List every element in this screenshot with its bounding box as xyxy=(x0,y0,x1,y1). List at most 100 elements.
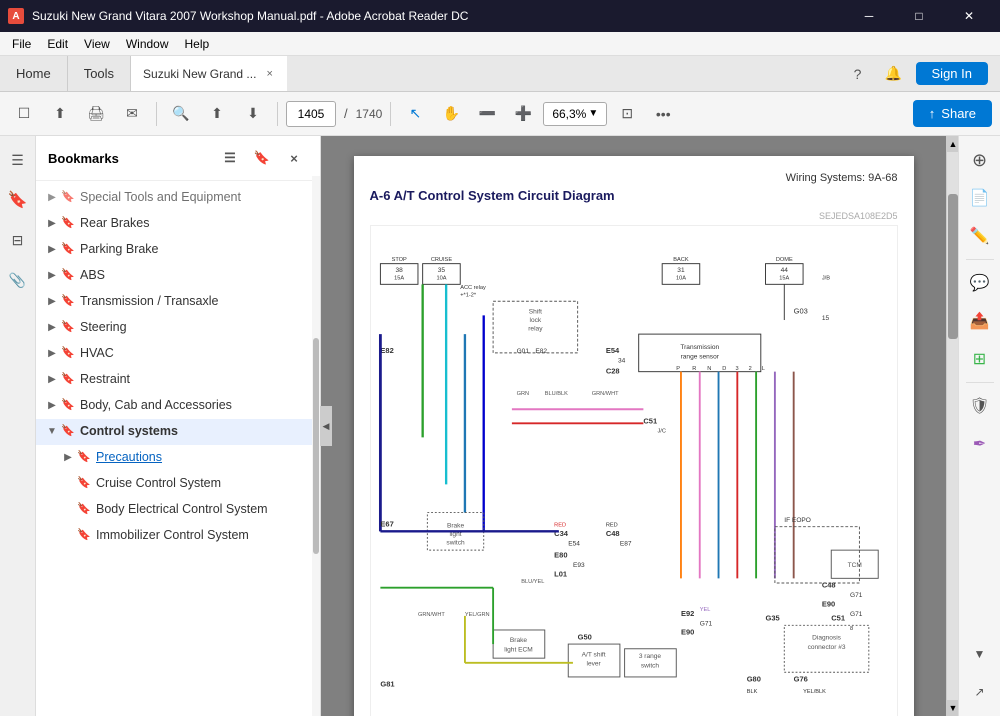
share-button[interactable]: ↑ Share xyxy=(913,100,992,127)
menu-edit[interactable]: Edit xyxy=(39,35,76,53)
notification-button[interactable]: 🔔 xyxy=(880,60,908,88)
left-icon-panel: ☰ 🔖 ⊟ 📎 xyxy=(0,136,36,716)
expand-icon[interactable]: ▶ xyxy=(44,371,60,389)
scroll-up-button[interactable]: ▲ xyxy=(947,136,958,152)
toolbar-separator-3 xyxy=(390,102,391,126)
tab-tools[interactable]: Tools xyxy=(67,56,130,91)
maximize-button[interactable]: □ xyxy=(896,0,942,32)
zoom-tools-button[interactable]: ⊕ xyxy=(962,142,998,178)
sidebar-scrollbar[interactable] xyxy=(312,176,320,716)
page-number-input[interactable] xyxy=(286,101,336,127)
more-tools-button[interactable]: ••• xyxy=(647,98,679,130)
bookmark-item-precautions[interactable]: ▶ 🔖 Precautions xyxy=(36,445,320,471)
sidebar-toggle-button[interactable]: ☰ xyxy=(0,142,36,178)
bookmark-item-transmission[interactable]: ▶ 🔖 Transmission / Transaxle xyxy=(36,289,320,315)
sign-in-button[interactable]: Sign In xyxy=(916,62,988,85)
hand-tool-button[interactable]: ✋ xyxy=(435,98,467,130)
zoom-out-button[interactable]: ➖ xyxy=(471,98,503,130)
bookmark-item-body-electrical[interactable]: ▶ 🔖 Body Electrical Control System xyxy=(36,497,320,523)
pdf-canvas[interactable]: Wiring Systems: 9A-68 A-6 A/T Control Sy… xyxy=(321,136,946,716)
expand-icon[interactable]: ▶ xyxy=(44,215,60,233)
add-bookmark-button[interactable]: 🔖 xyxy=(248,144,276,172)
menu-window[interactable]: Window xyxy=(118,35,177,53)
tab-close-button[interactable]: × xyxy=(264,66,274,82)
svg-text:G71: G71 xyxy=(850,611,863,618)
bookmark-label: Rear Brakes xyxy=(80,215,312,233)
bookmarks-panel-button[interactable]: 🔖 xyxy=(0,182,36,218)
watermark: SEJEDSA108E2D5 xyxy=(370,211,898,221)
print-button[interactable]: 🖨 xyxy=(80,98,112,130)
close-bookmarks-button[interactable]: × xyxy=(280,144,308,172)
svg-text:IF EOPO: IF EOPO xyxy=(784,517,811,524)
export-button[interactable]: 📤 xyxy=(962,303,998,339)
email-button[interactable]: ✉ xyxy=(116,98,148,130)
zoom-in-button[interactable]: ➕ xyxy=(507,98,539,130)
pdf-tools-button[interactable]: 📄 xyxy=(962,180,998,216)
bookmark-item-parking-brake[interactable]: ▶ 🔖 Parking Brake xyxy=(36,237,320,263)
comment-button[interactable]: 💬 xyxy=(962,265,998,301)
help-button[interactable]: ? xyxy=(844,60,872,88)
pdf-scrollbar-thumb[interactable] xyxy=(948,194,958,339)
tab-document[interactable]: Suzuki New Grand ... × xyxy=(130,56,287,91)
bookmark-item-special-tools[interactable]: ▶ 🔖 Special Tools and Equipment xyxy=(36,185,320,211)
expand-arrow-icon[interactable]: ▼ xyxy=(44,423,60,441)
bookmark-item-rear-brakes[interactable]: ▶ 🔖 Rear Brakes xyxy=(36,211,320,237)
svg-text:E87: E87 xyxy=(619,540,631,547)
bookmark-icon: 🔖 xyxy=(60,371,76,389)
edit-tools-button[interactable]: ✏️ xyxy=(962,218,998,254)
expand-icon[interactable]: ▶ xyxy=(44,345,60,363)
open-file-button[interactable]: ⬆ xyxy=(44,98,76,130)
svg-text:35: 35 xyxy=(437,267,445,274)
bookmark-item-cruise-control[interactable]: ▶ 🔖 Cruise Control System xyxy=(36,471,320,497)
svg-text:J/C: J/C xyxy=(657,429,665,435)
sidebar-scrollbar-thumb[interactable] xyxy=(313,338,319,554)
fit-page-button[interactable]: ⊡ xyxy=(611,98,643,130)
svg-text:+*1-2*: +*1-2* xyxy=(460,293,477,299)
prev-page-button[interactable]: ⬆ xyxy=(201,98,233,130)
scroll-down-button[interactable]: ▼ xyxy=(962,636,998,672)
svg-text:CRUISE: CRUISE xyxy=(430,257,452,263)
bookmark-item-abs[interactable]: ▶ 🔖 ABS xyxy=(36,263,320,289)
diagram-title: A-6 A/T Control System Circuit Diagram xyxy=(370,188,898,203)
close-button[interactable]: ✕ xyxy=(946,0,992,32)
protect-button[interactable]: 🛡 xyxy=(962,388,998,424)
thumbnails-panel-button[interactable]: ⊟ xyxy=(0,222,36,258)
tab-home[interactable]: Home xyxy=(0,56,67,91)
expand-icon[interactable]: ▶ xyxy=(44,293,60,311)
expand-icon[interactable]: ▶ xyxy=(44,319,60,337)
svg-text:E82: E82 xyxy=(380,346,393,355)
expand-icon[interactable]: ▶ xyxy=(44,189,60,207)
new-file-button[interactable]: ☐ xyxy=(8,98,40,130)
pdf-scrollbar[interactable]: ▲ ▼ xyxy=(946,136,958,716)
bookmark-item-restraint[interactable]: ▶ 🔖 Restraint xyxy=(36,367,320,393)
sidebar-collapse-button[interactable]: ◀ xyxy=(320,406,332,446)
expand-icon[interactable]: ▶ xyxy=(44,397,60,415)
bookmarks-options-button[interactable]: ☰ xyxy=(216,144,244,172)
bookmark-item-hvac[interactable]: ▶ 🔖 HVAC xyxy=(36,341,320,367)
cursor-tool-button[interactable]: ↖ xyxy=(399,98,431,130)
bookmark-icon: 🔖 xyxy=(60,345,76,363)
more-options-button[interactable]: ↗ xyxy=(962,674,998,710)
expand-icon[interactable]: ▶ xyxy=(44,267,60,285)
zoom-out-search-button[interactable]: 🔍 xyxy=(165,98,197,130)
menu-view[interactable]: View xyxy=(76,35,118,53)
menu-help[interactable]: Help xyxy=(177,35,218,53)
bookmark-item-body-cab[interactable]: ▶ 🔖 Body, Cab and Accessories xyxy=(36,393,320,419)
minimize-button[interactable]: ─ xyxy=(846,0,892,32)
attachments-panel-button[interactable]: 📎 xyxy=(0,262,36,298)
next-page-button[interactable]: ⬇ xyxy=(237,98,269,130)
bookmark-item-control-systems[interactable]: ▼ 🔖 Control systems xyxy=(36,419,320,445)
organize-button[interactable]: ⊞ xyxy=(962,341,998,377)
scroll-down-button[interactable]: ▼ xyxy=(947,700,958,716)
svg-text:C28: C28 xyxy=(605,367,619,376)
menu-file[interactable]: File xyxy=(4,35,39,53)
zoom-level-selector[interactable]: 66,3% ▼ xyxy=(543,102,607,126)
pen-button[interactable]: ✒ xyxy=(962,426,998,462)
bookmark-item-immobilizer[interactable]: ▶ 🔖 Immobilizer Control System xyxy=(36,523,320,549)
svg-text:GRN: GRN xyxy=(516,391,529,397)
bookmark-item-steering[interactable]: ▶ 🔖 Steering xyxy=(36,315,320,341)
expand-icon[interactable]: ▶ xyxy=(60,449,76,467)
svg-text:31: 31 xyxy=(677,267,685,274)
svg-text:C48: C48 xyxy=(821,581,835,590)
expand-icon[interactable]: ▶ xyxy=(44,241,60,259)
